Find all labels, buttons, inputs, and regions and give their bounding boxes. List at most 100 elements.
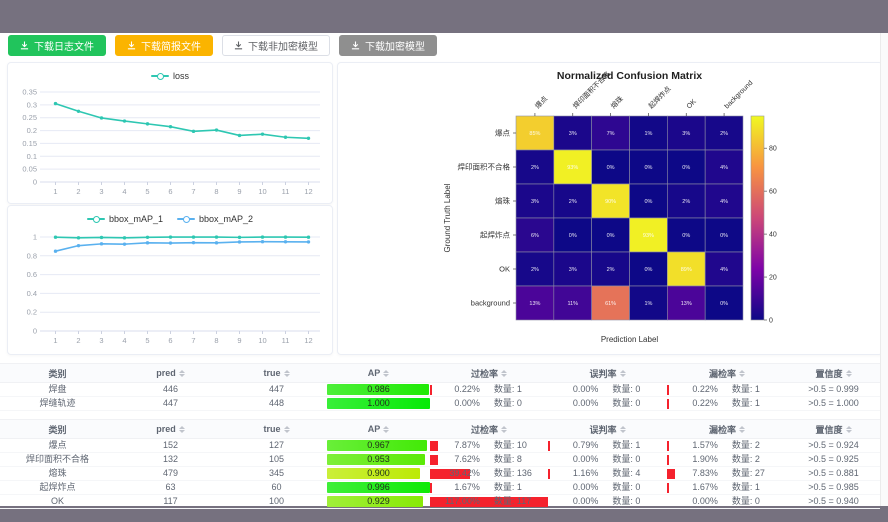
column-header-置信度[interactable]: 置信度 [787, 367, 880, 380]
svg-text:2%: 2% [531, 165, 539, 171]
over-rate-cell: 1.67%数量: 1 [430, 481, 548, 494]
column-header-AP[interactable]: AP [327, 424, 430, 434]
svg-text:熔珠: 熔珠 [495, 196, 510, 206]
sort-icon[interactable] [620, 426, 626, 433]
sort-icon[interactable] [284, 370, 290, 377]
sort-icon[interactable] [179, 426, 185, 433]
column-header-过检率[interactable]: 过检率 [430, 423, 548, 436]
ap-cell: 0.967 [327, 439, 430, 452]
svg-text:Normalized Confusion Matrix: Normalized Confusion Matrix [557, 70, 702, 82]
svg-text:5: 5 [145, 336, 149, 345]
svg-text:熔珠: 熔珠 [609, 94, 625, 110]
category-cell: 熔珠 [0, 467, 115, 480]
over-rate-percent: 7.62% [430, 453, 480, 466]
sort-icon[interactable] [383, 426, 389, 433]
svg-text:40: 40 [769, 232, 777, 239]
legend-item-bbox_mAP_2[interactable]: bbox_mAP_2 [177, 214, 253, 224]
svg-text:0.05: 0.05 [22, 165, 37, 174]
category-cell: 焊印面积不合格 [0, 453, 115, 466]
over-rate-percent: 7.87% [430, 439, 480, 452]
svg-text:background: background [724, 80, 755, 111]
sort-icon[interactable] [846, 370, 852, 377]
over-rate-percent: 0.22% [430, 383, 480, 396]
miss-rate-percent: 7.83% [667, 467, 718, 480]
confidence-cell: >0.5 = 1.000 [787, 397, 880, 410]
column-label: 漏检率 [709, 423, 736, 436]
column-label: 漏检率 [709, 367, 736, 380]
over-rate-count: 数量: 8 [480, 453, 548, 466]
scrollbar-track[interactable] [880, 33, 888, 506]
column-header-过检率[interactable]: 过检率 [430, 367, 548, 380]
legend-label: bbox_mAP_2 [199, 214, 253, 224]
miss-rate-percent: 0.22% [667, 397, 718, 410]
column-label: 过检率 [471, 423, 498, 436]
column-label: pred [156, 424, 176, 434]
sort-icon[interactable] [501, 370, 507, 377]
miss-rate-cell: 0.22%数量: 1 [667, 383, 787, 396]
svg-text:13%: 13% [529, 301, 540, 307]
over-rate-cell: 39.42%数量: 136 [430, 467, 548, 480]
column-header-true[interactable]: true [226, 424, 327, 434]
sort-icon[interactable] [284, 426, 290, 433]
svg-text:0%: 0% [644, 267, 652, 273]
column-label: 误判率 [589, 423, 616, 436]
table-row: 焊印面积不合格1321050.9537.62%数量: 80.00%数量: 01.… [0, 453, 880, 467]
ap-value: 0.953 [367, 454, 390, 464]
ap-value: 0.929 [367, 496, 390, 506]
sort-icon[interactable] [739, 426, 745, 433]
download-button-1[interactable]: 下载简报文件 [115, 35, 213, 56]
svg-text:5: 5 [145, 187, 149, 196]
column-header-pred[interactable]: pred [115, 424, 226, 434]
miss-rate-percent: 1.57% [667, 439, 718, 452]
column-header-漏检率[interactable]: 漏检率 [667, 367, 787, 380]
download-icon [20, 41, 29, 50]
confidence-cell: >0.5 = 0.881 [787, 467, 880, 480]
svg-text:background: background [471, 299, 510, 308]
sort-icon[interactable] [501, 426, 507, 433]
svg-text:0.4: 0.4 [27, 289, 37, 298]
column-header-误判率[interactable]: 误判率 [548, 423, 667, 436]
over-rate-count: 数量: 1 [480, 481, 548, 494]
sort-icon[interactable] [739, 370, 745, 377]
misjudge-rate-percent: 0.00% [548, 397, 598, 410]
download-button-0[interactable]: 下载日志文件 [8, 35, 106, 56]
download-icon [234, 41, 243, 50]
download-button-label: 下载简报文件 [141, 38, 201, 53]
column-header-置信度[interactable]: 置信度 [787, 423, 880, 436]
over-rate-cell: 7.62%数量: 8 [430, 453, 548, 466]
table-row: 爆点1521270.9677.87%数量: 100.79%数量: 11.57%数… [0, 439, 880, 453]
miss-rate-count: 数量: 1 [718, 383, 787, 396]
column-header-true[interactable]: true [226, 368, 327, 378]
legend-label: loss [173, 71, 189, 81]
svg-text:焊印面积不合格: 焊印面积不合格 [458, 162, 511, 172]
column-header-漏检率[interactable]: 漏检率 [667, 423, 787, 436]
legend-item-loss[interactable]: loss [151, 71, 189, 81]
svg-text:6: 6 [168, 336, 172, 345]
column-label: 误判率 [589, 367, 616, 380]
over-rate-count: 数量: 1 [480, 383, 548, 396]
confusion-matrix-card: Normalized Confusion Matrix85%3%7%1%3%2%… [337, 62, 883, 355]
svg-text:0: 0 [769, 318, 773, 325]
column-header-误判率[interactable]: 误判率 [548, 367, 667, 380]
column-header-pred[interactable]: pred [115, 368, 226, 378]
svg-text:Prediction Label: Prediction Label [601, 335, 659, 344]
pred-cell: 479 [115, 467, 226, 480]
sort-icon[interactable] [179, 370, 185, 377]
svg-text:8: 8 [214, 336, 218, 345]
misjudge-rate-count: 数量: 0 [598, 397, 667, 410]
true-cell: 100 [226, 495, 327, 508]
sort-icon[interactable] [620, 370, 626, 377]
download-button-3[interactable]: 下载加密模型 [339, 35, 437, 56]
svg-text:13%: 13% [681, 301, 692, 307]
table-row: OK1171000.929117.00%数量: 1170.00%数量: 00.0… [0, 495, 880, 509]
pred-cell: 446 [115, 383, 226, 396]
over-rate-cell: 117.00%数量: 117 [430, 495, 548, 508]
svg-text:3%: 3% [569, 131, 577, 137]
column-header-AP[interactable]: AP [327, 368, 430, 378]
svg-text:爆点: 爆点 [533, 94, 549, 110]
download-button-2[interactable]: 下载非加密模型 [222, 35, 330, 56]
misjudge-rate-count: 数量: 0 [598, 481, 667, 494]
sort-icon[interactable] [846, 426, 852, 433]
sort-icon[interactable] [383, 370, 389, 377]
legend-item-bbox_mAP_1[interactable]: bbox_mAP_1 [87, 214, 163, 224]
